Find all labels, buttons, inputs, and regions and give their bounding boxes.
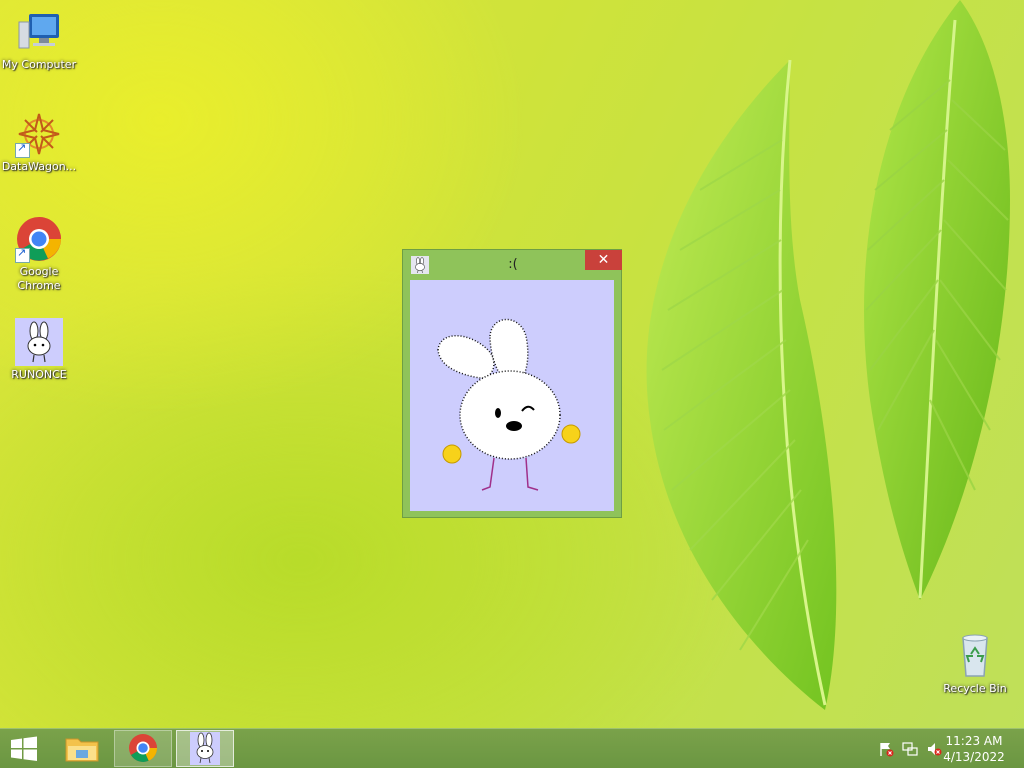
bunny-icon — [190, 732, 220, 765]
taskbar-runonce[interactable] — [176, 730, 234, 767]
desktop-icon-label: DataWagon... — [1, 160, 77, 173]
taskbar-google-chrome[interactable] — [114, 730, 172, 767]
folder-icon — [65, 738, 99, 762]
taskbar-clock[interactable]: 11:23 AM 4/13/2022 — [942, 733, 1006, 765]
desktop-icon-google-chrome[interactable]: Google Chrome — [0, 215, 78, 293]
shortcut-arrow-icon — [15, 246, 30, 263]
window-title: :( — [508, 257, 518, 272]
desktop-icon-label: RUNONCE — [11, 368, 67, 381]
desktop-icon-recycle-bin[interactable]: Recycle Bin — [936, 632, 1014, 696]
window-titlebar[interactable]: :( ✕ — [403, 250, 622, 279]
computer-icon — [15, 8, 63, 56]
recycle-bin-icon — [951, 632, 999, 680]
window-client-area — [410, 280, 614, 511]
taskbar: 11:23 AM 4/13/2022 — [0, 728, 1024, 768]
desktop-icon-runonce[interactable]: RUNONCE — [0, 318, 78, 382]
chrome-icon — [129, 734, 157, 762]
clock-time: 11:23 AM — [945, 734, 1003, 748]
desktop-icon-datawagon[interactable]: DataWagon... — [0, 110, 78, 174]
runonce-window[interactable]: :( ✕ — [402, 249, 622, 518]
shortcut-arrow-icon — [15, 141, 30, 158]
system-tray: 11:23 AM 4/13/2022 — [864, 729, 1024, 768]
clock-date: 4/13/2022 — [943, 750, 1005, 764]
taskbar-file-explorer[interactable] — [56, 730, 108, 767]
start-button[interactable] — [0, 730, 48, 767]
action-center-flag-icon[interactable] — [878, 741, 894, 757]
volume-muted-icon[interactable] — [926, 741, 942, 757]
bunny-app-icon[interactable] — [411, 256, 429, 274]
windows-logo-icon — [11, 736, 37, 761]
chrome-icon — [15, 215, 63, 263]
desktop-icon-label: My Computer — [1, 58, 77, 71]
network-icon[interactable] — [902, 741, 918, 757]
close-button[interactable]: ✕ — [585, 250, 622, 270]
bunny-icon — [15, 318, 63, 366]
desktop-icon-my-computer[interactable]: My Computer — [0, 8, 78, 72]
desktop-icon-label: Recycle Bin — [943, 682, 1007, 695]
bunny-illustration — [437, 318, 581, 491]
desktop-icon-label: Google Chrome — [17, 265, 61, 292]
datawagon-icon — [15, 110, 63, 158]
